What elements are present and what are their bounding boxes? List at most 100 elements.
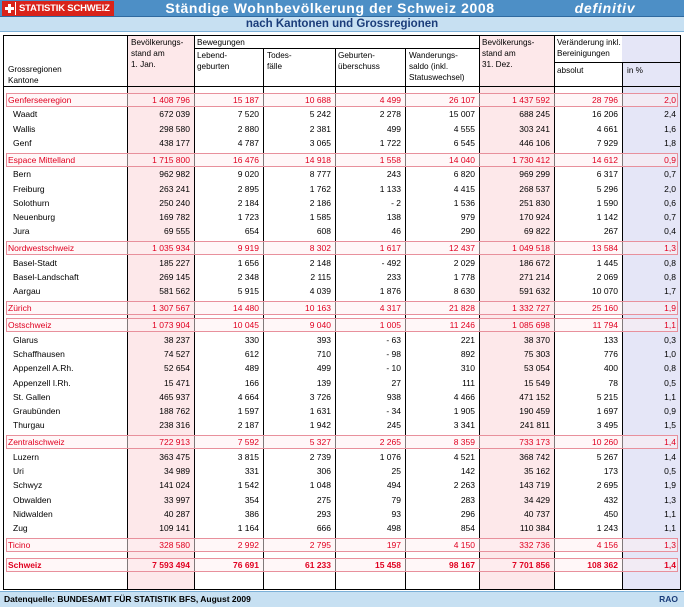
cell-name: Basel-Landschaft: [13, 272, 79, 282]
status-label: definitiv: [574, 0, 636, 16]
cell-surplus: 46: [391, 226, 401, 237]
cell-end: 190 459: [519, 406, 550, 417]
region-row: Zürich 1 307 567 14 480 10 163 4 317 21 828 1 …: [4, 301, 680, 316]
cell-abs: 267: [603, 226, 618, 237]
cell-births: 5 915: [237, 286, 259, 297]
cell-abs: 10 260: [592, 437, 618, 448]
canton-row: Glarus 38 237 330 393 - 63 221 38 370 133 0,3: [4, 333, 680, 347]
cell-abs: 78: [608, 377, 618, 388]
cell-start: 1 307 567: [152, 303, 190, 314]
cell-start: 1 073 904: [152, 320, 190, 331]
header-pop-end: Bevölkerungs- stand am 31. Dez.: [482, 37, 534, 70]
header-name: Grossregionen Kantone: [8, 64, 62, 86]
cell-start: 15 471: [164, 377, 190, 388]
cell-name: Ticino: [8, 540, 31, 551]
cell-deaths: 1 048: [309, 480, 331, 491]
cell-abs: 25 160: [592, 303, 618, 314]
cell-pct: 1,7: [664, 286, 676, 297]
cell-births: 2 880: [237, 123, 259, 134]
canton-row: Genf 438 177 4 787 3 065 1 722 6 545 446 106 7 …: [4, 136, 680, 150]
cell-deaths: 139: [316, 377, 331, 388]
cell-births: 612: [244, 348, 259, 359]
cell-abs: 4 661: [596, 123, 618, 134]
cell-name: Zentralschweiz: [8, 437, 65, 448]
cell-end: 75 303: [524, 348, 550, 359]
canton-row: Waadt 672 039 7 520 5 242 2 278 15 007 688 245…: [4, 107, 680, 121]
cell-pct: 1,4: [664, 451, 676, 462]
cell-deaths: 2 795: [309, 540, 331, 551]
canton-row: Uri 34 989 331 306 25 142 35 162 173 0,5: [4, 464, 680, 478]
cell-pct: 0,5: [664, 466, 676, 476]
cell-end: 40 737: [524, 508, 550, 519]
cell-migration: 221: [460, 334, 475, 345]
cell-end: 446 106: [519, 137, 550, 148]
cell-deaths: 10 688: [305, 95, 331, 105]
cell-migration: 15 007: [449, 109, 475, 120]
cell-migration: 2 029: [453, 257, 475, 268]
cell-start: 169 782: [159, 212, 190, 223]
cell-surplus: 15 458: [375, 560, 401, 571]
cell-surplus: 2 278: [379, 109, 401, 120]
cell-start: 1 035 934: [152, 243, 190, 254]
cell-abs: 133: [603, 334, 618, 345]
cell-name: St. Gallen: [13, 391, 51, 402]
cell-surplus: 1 722: [379, 137, 401, 148]
cell-births: 16 476: [233, 154, 259, 165]
cell-pct: 0,8: [664, 272, 676, 282]
header-line: 1. Jan.: [131, 60, 156, 69]
cell-start: 465 937: [159, 391, 190, 402]
canton-row: Basel-Landschaft 269 145 2 348 2 115 233 1 77…: [4, 270, 680, 284]
cell-abs: 173: [603, 466, 618, 476]
header-movements: Bewegungen: [197, 38, 245, 47]
cell-pct: 1,8: [664, 137, 676, 148]
cell-pct: 1,1: [664, 320, 676, 331]
cell-births: 654: [244, 226, 259, 237]
cell-migration: 1 778: [453, 272, 475, 282]
cell-surplus: 27: [391, 377, 401, 388]
cell-births: 330: [244, 334, 259, 345]
region-row: Ticino 328 580 2 992 2 795 197 4 150 332 736 4 …: [4, 538, 680, 553]
cell-start: 328 580: [159, 540, 190, 551]
cell-migration: 4 521: [453, 451, 475, 462]
header-percent: in %: [627, 66, 643, 75]
cell-start: 141 024: [159, 480, 190, 491]
cell-pct: 2,0: [664, 95, 676, 105]
cell-start: 74 527: [164, 348, 190, 359]
cell-deaths: 2 739: [309, 451, 331, 462]
cell-births: 2 992: [237, 540, 259, 551]
cell-deaths: 2 148: [309, 257, 331, 268]
cell-end: 110 384: [519, 523, 550, 534]
cell-deaths: 393: [316, 334, 331, 345]
cell-end: 53 054: [524, 363, 550, 374]
cell-births: 1 597: [237, 406, 259, 417]
cell-end: 332 736: [519, 540, 550, 551]
cell-migration: 4 466: [453, 391, 475, 402]
canton-row: Freiburg 263 241 2 895 1 762 1 133 4 415 268 5…: [4, 182, 680, 196]
cell-end: 1 085 698: [512, 320, 550, 331]
cell-end: 368 742: [519, 451, 550, 462]
cell-migration: 6 820: [453, 169, 475, 180]
cell-pct: 0,5: [664, 377, 676, 388]
source-note: Datenquelle: BUNDESAMT FÜR STATISTIK BFS…: [4, 594, 251, 604]
cell-start: 363 475: [159, 451, 190, 462]
page-title: Ständige Wohnbevölkerung der Schweiz 200…: [165, 0, 495, 16]
cell-end: 186 672: [519, 257, 550, 268]
cell-name: Zürich: [8, 303, 32, 314]
cell-end: 35 162: [524, 466, 550, 476]
cell-births: 331: [244, 466, 259, 476]
cell-births: 4 664: [237, 391, 259, 402]
cell-births: 2 348: [237, 272, 259, 282]
cell-end: 303 241: [519, 123, 550, 134]
cell-surplus: 138: [386, 212, 401, 223]
canton-row: Basel-Stadt 185 227 1 656 2 148 - 492 2 029 18…: [4, 256, 680, 270]
cell-migration: 892: [460, 348, 475, 359]
header-line: Bereinigungen: [557, 49, 610, 58]
canton-row: Appenzell A.Rh. 52 654 489 499 - 10 310 53 054…: [4, 361, 680, 375]
cell-surplus: 499: [386, 123, 401, 134]
header-line: stand am: [131, 49, 165, 58]
cell-surplus: 233: [386, 272, 401, 282]
cell-abs: 5 296: [596, 183, 618, 194]
cell-pct: 1,3: [664, 540, 676, 551]
cell-deaths: 275: [316, 494, 331, 505]
cell-abs: 4 156: [596, 540, 618, 551]
